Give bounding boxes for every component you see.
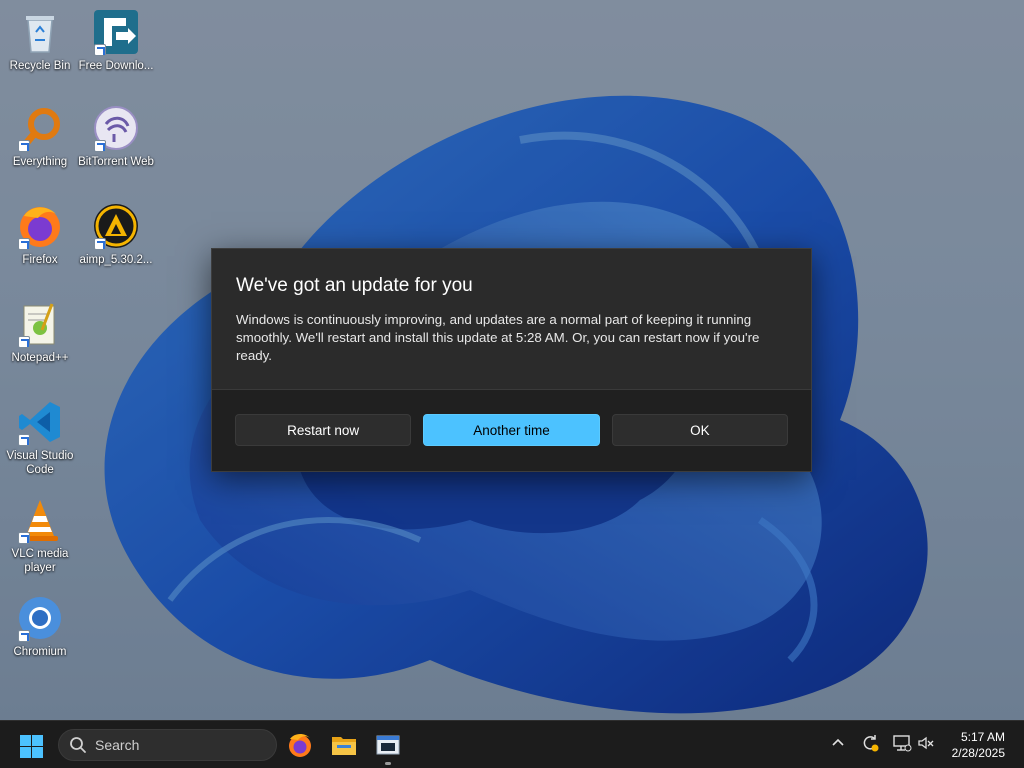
desktop-icon-label: Free Downlo... — [78, 60, 154, 72]
clock-time: 5:17 AM — [960, 730, 1005, 744]
desktop-icon-notepadpp[interactable]: Notepad++ — [0, 300, 80, 365]
free-download-manager-icon — [92, 8, 140, 56]
desktop-icon-recycle-bin[interactable]: Recycle Bin — [0, 8, 80, 73]
desktop-icon-vscode[interactable]: Visual Studio Code — [0, 398, 80, 477]
notepadpp-icon — [16, 300, 64, 348]
everything-search-icon — [16, 104, 64, 152]
file-explorer-icon — [332, 737, 356, 755]
running-indicator — [385, 762, 391, 765]
desktop-icon-label: Chromium — [13, 646, 67, 658]
aimp-icon — [92, 202, 140, 250]
vlc-icon — [16, 496, 64, 544]
taskbar-search-box[interactable]: Search — [58, 729, 277, 761]
start-button[interactable] — [18, 733, 44, 759]
desktop-icon-firefox[interactable]: Firefox — [0, 202, 80, 267]
desktop-icon-label: aimp_5.30.2... — [79, 254, 153, 266]
dialog-title: We've got an update for you — [236, 275, 473, 296]
search-icon — [69, 736, 87, 754]
firefox-icon — [16, 202, 64, 250]
chromium-icon — [16, 594, 64, 642]
taskbar-file-explorer[interactable] — [328, 729, 360, 761]
recycle-bin-icon — [16, 8, 64, 56]
taskbar: Search 5:17 AM 2/28/2025 — [0, 720, 1024, 768]
dialog-footer: Restart now Another time OK — [212, 389, 811, 471]
show-hidden-icons-button[interactable] — [828, 733, 848, 753]
taskbar-firefox[interactable] — [284, 729, 316, 761]
desktop-icon-bittorrent[interactable]: BitTorrent Web — [76, 104, 156, 169]
desktop-icon-everything[interactable]: Everything — [0, 104, 80, 169]
desktop-icon-aimp[interactable]: aimp_5.30.2... — [76, 202, 156, 267]
active-window-icon — [376, 735, 400, 755]
desktop-icon-vlc[interactable]: VLC media player — [0, 496, 80, 575]
volume-muted-icon — [918, 736, 934, 750]
restart-now-button[interactable]: Restart now — [235, 414, 412, 446]
taskbar-active-window[interactable] — [372, 729, 404, 765]
volume-tray[interactable] — [916, 733, 936, 753]
update-icon — [863, 735, 879, 752]
desktop-icon-label: Recycle Bin — [9, 60, 71, 72]
desktop-icon-label: BitTorrent Web — [78, 156, 154, 168]
taskbar-clock[interactable]: 5:17 AM 2/28/2025 — [952, 729, 1005, 761]
firefox-icon — [289, 733, 311, 757]
another-time-button[interactable]: Another time — [423, 414, 600, 446]
desktop-icon-label: Visual Studio Code — [6, 450, 74, 476]
desktop-icon-label: Notepad++ — [11, 352, 69, 364]
vscode-icon — [16, 398, 64, 446]
chevron-up-icon — [832, 738, 844, 746]
desktop-icon-free-download-manager[interactable]: Free Downlo... — [76, 8, 156, 73]
desktop-icon-label: VLC media player — [11, 548, 69, 574]
desktop-icon-chromium[interactable]: Chromium — [0, 594, 80, 659]
update-dialog: We've got an update for you Windows is c… — [211, 248, 812, 472]
desktop-icon-label: Firefox — [22, 254, 58, 266]
bittorrent-icon — [92, 104, 140, 152]
windows-update-tray[interactable] — [860, 733, 880, 753]
network-tray[interactable] — [892, 733, 912, 753]
desktop-icon-label: Everything — [12, 156, 68, 168]
dialog-message: Windows is continuously improving, and u… — [236, 312, 760, 363]
ok-button[interactable]: OK — [611, 414, 788, 446]
windows-logo-icon — [20, 735, 31, 746]
search-placeholder: Search — [95, 737, 140, 753]
clock-date: 2/28/2025 — [951, 746, 1005, 760]
network-icon — [893, 735, 912, 752]
